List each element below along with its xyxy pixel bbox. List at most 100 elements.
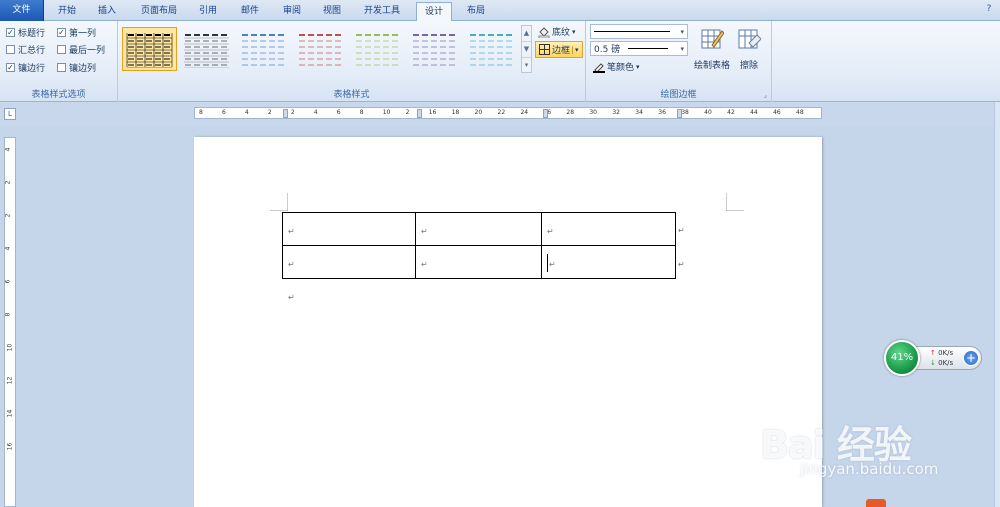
group-table-style-options: ✓ 标题行 ✓ 第一列 汇总行 最后一列 ✓ 镶边行 镶边列 表格样式选项	[0, 21, 118, 102]
checkbox-total-row[interactable]: 汇总行	[6, 43, 45, 56]
tab-page-layout[interactable]: 页面布局	[135, 2, 183, 21]
tab-home[interactable]: 开始	[52, 2, 82, 21]
chevron-down-icon: ▾	[680, 27, 684, 36]
ruler-number: 10	[6, 343, 14, 352]
tab-mailings[interactable]: 邮件	[235, 2, 265, 21]
gallery-more-icon[interactable]: ▾	[522, 58, 531, 74]
ruler-number: 42	[727, 109, 735, 116]
group-label: 表格样式	[333, 90, 370, 100]
tab-references[interactable]: 引用	[193, 2, 223, 21]
tab-review[interactable]: 审阅	[277, 2, 307, 21]
arrow-down-icon: ↓	[930, 359, 936, 367]
ruler-number: 4	[4, 147, 12, 152]
checkbox-last-column[interactable]: 最后一列	[57, 43, 105, 56]
tab-developer[interactable]: 开发工具	[356, 2, 408, 21]
checkbox-banded-columns[interactable]: 镶边列	[57, 61, 96, 74]
check-icon: ✓	[6, 28, 15, 37]
column-marker[interactable]	[677, 109, 682, 118]
ruler-number: 40	[704, 109, 712, 116]
ruler-number: 28	[566, 109, 575, 116]
ruler-number: 2	[4, 213, 12, 218]
vertical-scrollbar[interactable]	[994, 102, 1000, 507]
shading-button[interactable]: 底纹 ▾	[538, 25, 576, 38]
arrow-up-icon: ↑	[930, 349, 936, 357]
memory-percent-ball[interactable]: 41%	[884, 340, 920, 376]
ruler-number: 18	[451, 109, 460, 116]
table-cell[interactable]: ↵	[415, 245, 542, 279]
plus-icon[interactable]: +	[963, 350, 979, 366]
table-style-preview-icon	[184, 34, 229, 68]
checkbox-header-row[interactable]: ✓ 标题行	[6, 26, 45, 39]
tray-icon[interactable]	[866, 499, 886, 507]
checkbox-first-column[interactable]: ✓ 第一列	[57, 26, 96, 39]
eraser-icon	[738, 29, 762, 49]
tab-layout[interactable]: 布局	[460, 2, 492, 21]
pen-color-button[interactable]: 笔颜色 ▾	[593, 60, 640, 73]
check-icon: ✓	[57, 28, 66, 37]
dialog-launcher-icon[interactable]: ⌟	[764, 91, 767, 99]
table-styles-gallery	[122, 25, 520, 77]
ruler-number: 48	[796, 109, 804, 116]
table-cell[interactable]: ↵	[541, 245, 676, 279]
chevron-down-icon[interactable]: ▾	[572, 45, 579, 54]
table-style-thumb[interactable]	[464, 27, 519, 71]
table-style-preview-icon	[299, 34, 341, 66]
tab-selector-icon[interactable]: L	[4, 108, 16, 120]
table-cell[interactable]: ↵	[282, 245, 416, 279]
eraser-button[interactable]: 擦除	[734, 27, 764, 71]
line-weight-select[interactable]: 0.5 磅 ▾	[590, 41, 688, 56]
document-table[interactable]: ↵ ↵ ↵ ↵ ↵ ↵	[282, 212, 676, 279]
row-end-mark: ↵	[678, 226, 685, 235]
tab-design[interactable]: 设计	[416, 2, 452, 22]
table-style-preview-icon	[413, 34, 455, 66]
table-cell[interactable]: ↵	[282, 212, 416, 246]
table-style-thumb[interactable]	[350, 27, 405, 71]
chevron-down-icon: ▾	[680, 44, 684, 53]
ruler-number: 16	[428, 109, 437, 116]
ruler-number: 22	[497, 109, 506, 116]
text-cursor	[547, 254, 548, 272]
window-controls: ?	[984, 4, 994, 14]
ruler-number: 8	[4, 312, 12, 317]
borders-button[interactable]: 边框 ▾	[535, 41, 583, 58]
tab-view[interactable]: 视图	[317, 2, 347, 21]
scroll-down-icon[interactable]: ▼	[522, 42, 531, 58]
ruler-number: 4	[313, 109, 318, 116]
ruler-number: 12	[6, 376, 14, 385]
network-speed-widget[interactable]: ↑ 0K/s ↓ 0K/s + 41%	[884, 340, 986, 376]
tab-insert[interactable]: 插入	[92, 2, 122, 21]
document-page[interactable]: ↵ ↵ ↵ ↵ ↵ ↵ ↵ ↵ ↵	[194, 137, 822, 507]
table-style-thumb[interactable]	[236, 27, 291, 71]
group-label: 绘图边框	[660, 90, 697, 100]
table-row: ↵ ↵ ↵	[282, 212, 676, 246]
row-end-mark: ↵	[678, 260, 685, 269]
draw-table-button[interactable]: 绘制表格	[692, 27, 732, 71]
horizontal-ruler[interactable]: 8642246810216182022242628303234363840424…	[194, 107, 822, 119]
ruler-number: 16	[6, 442, 14, 451]
tab-file[interactable]: 文件	[0, 0, 44, 21]
line-style-select[interactable]: ▾	[590, 24, 688, 39]
margin-corner-mark	[270, 193, 288, 211]
ruler-number: 46	[773, 109, 781, 116]
table-style-thumb[interactable]	[407, 27, 462, 71]
column-marker[interactable]	[543, 109, 548, 118]
vertical-ruler[interactable]: 4 2 2 4 6 8 10 12 14 16	[4, 137, 16, 507]
table-style-thumb[interactable]	[179, 27, 234, 71]
table-cell[interactable]: ↵	[415, 212, 542, 246]
ruler-number: 14	[6, 409, 14, 418]
table-cell[interactable]: ↵	[541, 212, 676, 246]
scroll-up-icon[interactable]: ▲	[522, 26, 531, 42]
table-style-thumb[interactable]	[122, 27, 177, 71]
help-icon[interactable]: ?	[984, 4, 994, 14]
draw-table-icon	[701, 29, 725, 49]
gallery-scroll[interactable]: ▲ ▼ ▾	[521, 25, 532, 73]
ruler-number: 6	[4, 279, 12, 284]
column-marker[interactable]	[417, 109, 422, 118]
table-style-thumb[interactable]	[293, 27, 348, 71]
column-marker[interactable]	[283, 109, 288, 118]
checkbox-banded-rows[interactable]: ✓ 镶边行	[6, 61, 45, 74]
ruler-number: 8	[199, 109, 203, 116]
chevron-down-icon: ▾	[572, 27, 576, 36]
paint-bucket-icon	[538, 26, 550, 38]
ruler-number: 44	[750, 109, 758, 116]
